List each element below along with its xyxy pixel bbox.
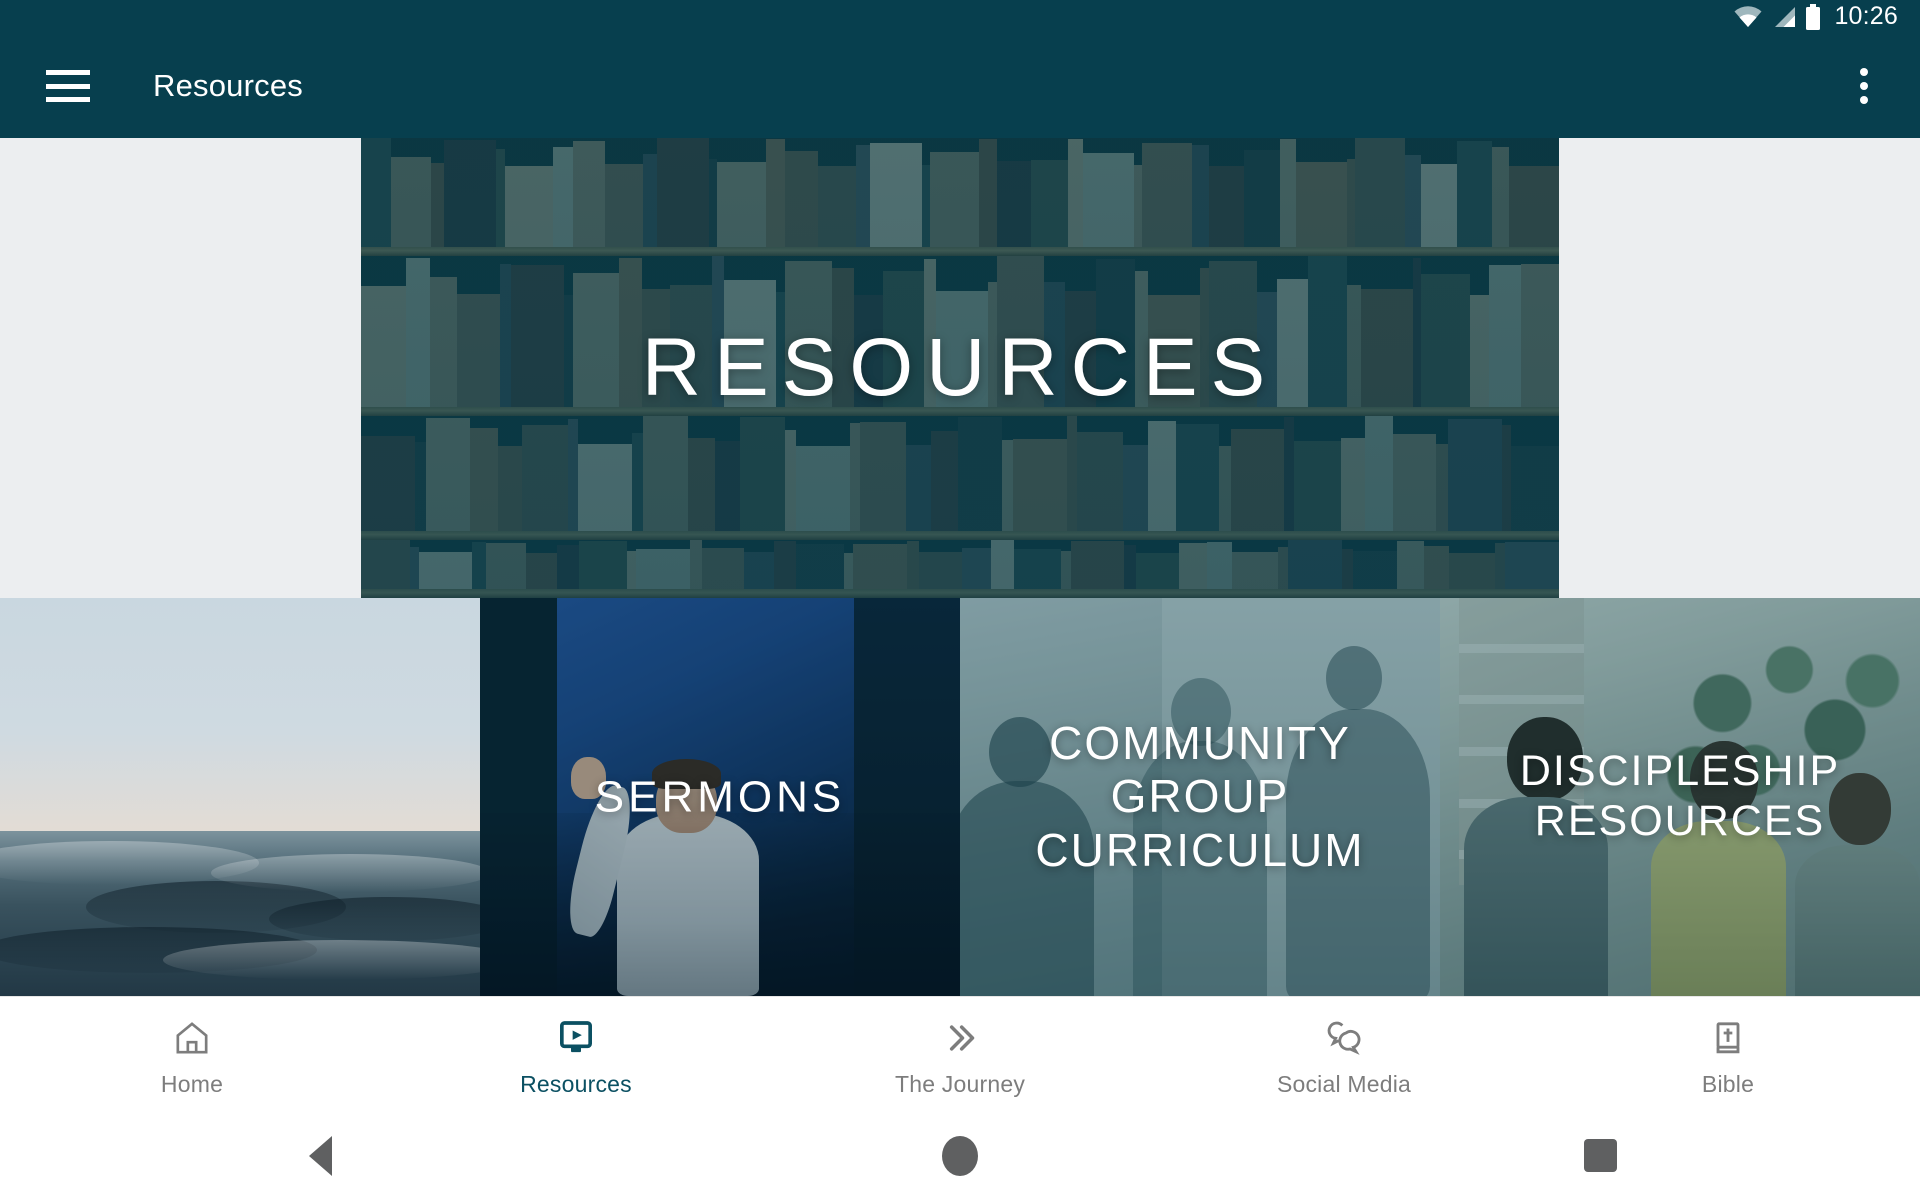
- nav-item-the-journey[interactable]: The Journey: [768, 997, 1152, 1111]
- resource-tiles-row: SERMONS COMMUNITY GROUP CURRICULUM DISCI…: [0, 598, 1920, 996]
- nav-label: Social Media: [1276, 1070, 1412, 1097]
- ocean-water: [0, 831, 480, 996]
- nav-label: Home: [160, 1070, 224, 1097]
- home-icon: [172, 1017, 212, 1059]
- double-chevron-right-icon: [940, 1017, 980, 1059]
- battery-icon: [1805, 4, 1821, 30]
- status-bar-clock: 10:26: [1834, 1, 1898, 30]
- speech-bubbles-icon: [1324, 1017, 1364, 1059]
- tile-label: SERMONS: [594, 772, 846, 822]
- nav-label: The Journey: [894, 1070, 1026, 1097]
- nav-item-bible[interactable]: Bible: [1536, 997, 1920, 1111]
- bottom-navigation-bar: Home Resources The Journey Social Media …: [0, 996, 1920, 1111]
- tile-sermons[interactable]: SERMONS: [480, 598, 960, 996]
- bible-book-cross-icon: [1708, 1017, 1748, 1059]
- nav-item-home[interactable]: Home: [0, 997, 384, 1111]
- app-bar: Resources: [0, 34, 1920, 138]
- tile-discipleship-resources[interactable]: DISCIPLESHIP RESOURCES: [1440, 598, 1920, 996]
- nav-label: Bible: [1701, 1070, 1755, 1097]
- tile-label: DISCIPLESHIP RESOURCES: [1519, 747, 1841, 845]
- app-root: 10:26 Resources RESOURCES SERMONS COMMUN…: [0, 0, 1920, 1200]
- cellular-signal-icon: [1772, 6, 1796, 28]
- page-title: Resources: [153, 68, 303, 103]
- nav-item-resources[interactable]: Resources: [384, 997, 768, 1111]
- overflow-menu-icon[interactable]: [1860, 68, 1868, 104]
- hamburger-menu-icon[interactable]: [46, 70, 90, 102]
- home-circle-icon[interactable]: [640, 1135, 1280, 1176]
- tile-community-group-curriculum[interactable]: COMMUNITY GROUP CURRICULUM: [960, 598, 1440, 996]
- back-triangle-icon[interactable]: [0, 1135, 640, 1176]
- android-system-navigation: [0, 1111, 1920, 1200]
- hero-bookshelf-image: RESOURCES: [361, 138, 1559, 598]
- recents-square-icon[interactable]: [1280, 1139, 1920, 1172]
- hero-title: RESOURCES: [641, 322, 1279, 413]
- wifi-icon: [1733, 6, 1763, 28]
- tile-label: COMMUNITY GROUP CURRICULUM: [1035, 716, 1365, 876]
- hero-banner: RESOURCES: [0, 138, 1920, 598]
- nav-label: Resources: [520, 1070, 632, 1097]
- nav-item-social-media[interactable]: Social Media: [1152, 997, 1536, 1111]
- tile-ocean[interactable]: [0, 598, 480, 996]
- video-monitor-play-icon: [556, 1017, 596, 1059]
- status-bar: 10:26: [0, 0, 1920, 34]
